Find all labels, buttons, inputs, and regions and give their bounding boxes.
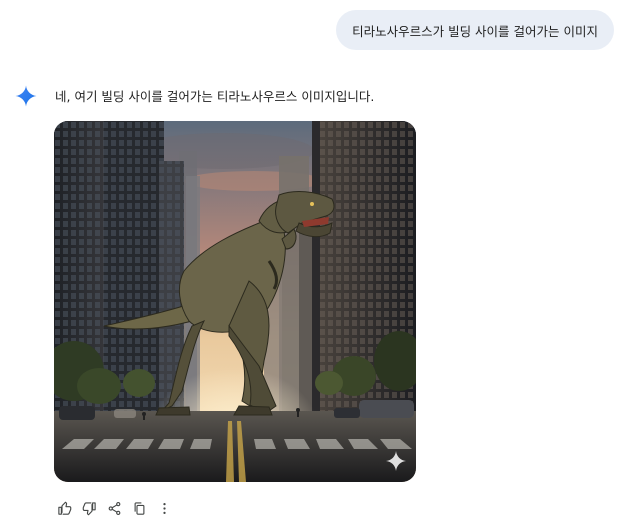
thumbs-up-button[interactable] xyxy=(52,498,77,518)
thumbs-down-icon xyxy=(82,501,96,515)
chat-page: 티라노사우르스가 빌딩 사이를 걸어가는 이미지 네, 여기 빌딩 사이를 걸어… xyxy=(0,0,628,527)
thumbs-down-button[interactable] xyxy=(77,498,102,518)
response-action-bar xyxy=(52,498,177,518)
share-icon xyxy=(108,501,121,515)
share-button[interactable] xyxy=(102,498,127,518)
gemini-sparkle-icon xyxy=(14,84,38,108)
thumbs-up-icon xyxy=(58,501,72,515)
more-options-button[interactable] xyxy=(152,498,177,518)
more-vert-icon xyxy=(163,502,166,514)
user-message-bubble: 티라노사우르스가 빌딩 사이를 걸어가는 이미지 xyxy=(336,10,614,50)
user-message-text: 티라노사우르스가 빌딩 사이를 걸어가는 이미지 xyxy=(352,23,598,39)
generated-image[interactable] xyxy=(54,121,416,482)
copy-icon xyxy=(134,501,145,515)
trex-city-illustration xyxy=(54,121,416,482)
copy-button[interactable] xyxy=(127,498,152,518)
assistant-message-text: 네, 여기 빌딩 사이를 걸어가는 티라노사우르스 이미지입니다. xyxy=(55,89,375,104)
